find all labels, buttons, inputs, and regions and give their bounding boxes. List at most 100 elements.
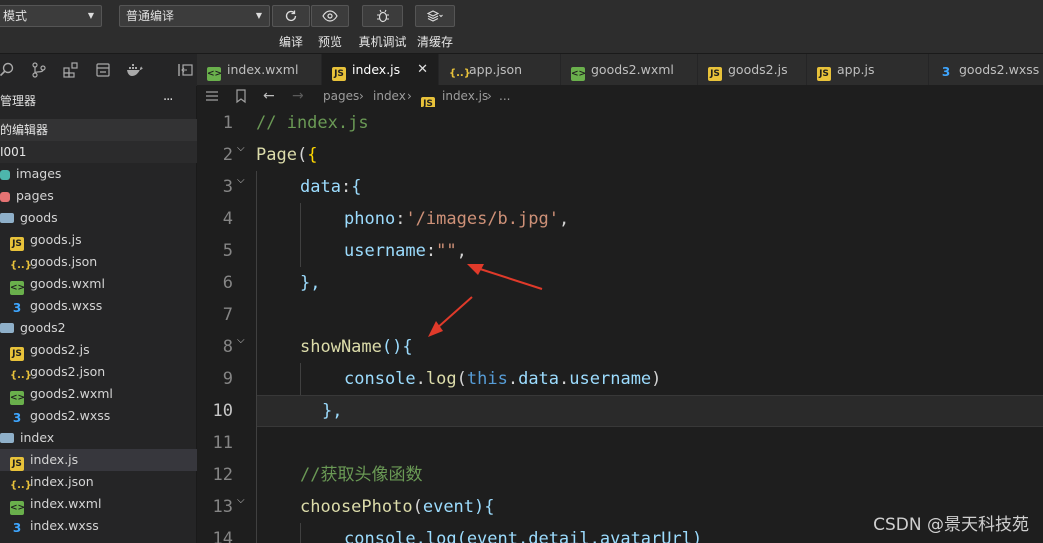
top-toolbar: 模式 ▼ 普通编译 ▼ 编译 预览 真机调试 清缓存 — [0, 0, 1043, 54]
tab-app-json[interactable]: {..}app.json — [439, 54, 561, 85]
tree-item-label: goods2 — [20, 320, 66, 335]
tree-item-index-json[interactable]: {..}index.json — [0, 471, 197, 493]
tree-item-label: goods.js — [30, 232, 82, 247]
wxml-file-icon: <> — [10, 391, 26, 405]
preview-button[interactable] — [311, 5, 349, 27]
caret-down-icon: ▼ — [87, 11, 94, 20]
js-file-icon: JS — [817, 67, 831, 81]
json-file-icon: {..} — [10, 480, 32, 491]
storage-icon[interactable] — [92, 59, 114, 81]
tree-item-goods2[interactable]: goods2 — [0, 317, 197, 339]
tree-item-goods-js[interactable]: JS goods.js — [0, 229, 197, 251]
extensions-icon[interactable] — [60, 59, 82, 81]
json-file-icon: {..} — [10, 260, 32, 271]
wxss-file-icon: 3 — [12, 521, 22, 535]
pages-folder-icon — [0, 192, 10, 202]
chevron-right-icon: › — [487, 89, 492, 103]
json-file-icon: {..} — [449, 68, 471, 79]
tab-label: app.js — [837, 62, 875, 77]
clear-cache-button[interactable] — [415, 5, 455, 27]
explorer-title: 管理器 — [0, 94, 37, 108]
tab-app-js[interactable]: JS app.js — [807, 54, 929, 85]
tree-item-label: goods.wxml — [30, 276, 105, 291]
open-editors-section[interactable]: 的编辑器 — [0, 119, 197, 141]
activity-bar — [0, 54, 197, 86]
tree-item-goods2-wxss[interactable]: 3 goods2.wxss — [0, 405, 197, 427]
json-file-icon: {..} — [10, 370, 32, 381]
search-icon[interactable] — [0, 59, 18, 81]
clear-cache-label: 清缓存 — [416, 35, 453, 49]
tree-item-index-wxss[interactable]: 3 index.wxss — [0, 515, 197, 537]
more-icon[interactable]: ··· — [163, 90, 173, 112]
project-section[interactable]: I001 — [0, 141, 197, 163]
remote-debug-button[interactable] — [362, 5, 403, 27]
tab-index-wxml[interactable]: <> index.wxml — [197, 54, 322, 85]
breadcrumb-more[interactable]: ... — [499, 85, 510, 107]
close-icon[interactable]: ✕ — [417, 54, 428, 85]
tree-item-pages[interactable]: pages — [0, 185, 197, 207]
tree-item-goods2-js[interactable]: JS goods2.js — [0, 339, 197, 361]
source-control-icon[interactable] — [28, 59, 50, 81]
annotation-arrow — [467, 264, 543, 290]
folder-icon — [0, 323, 14, 333]
compile-mode-value: 普通编译 — [126, 9, 175, 23]
annotation-arrows — [428, 264, 543, 337]
images-folder-icon — [0, 170, 10, 180]
js-file-icon: JS — [10, 237, 24, 251]
tree-item-goods-json[interactable]: {..}goods.json — [0, 251, 197, 273]
tab-label: goods2.js — [728, 62, 788, 77]
code-editor[interactable]: 1 2 3 4 5 6 7 8 9 10 11 12 13 14 ⌵ ⌵ ⌵ ⌵… — [197, 107, 1043, 543]
breadcrumb-file[interactable]: index.js — [442, 85, 488, 107]
wxss-file-icon: 3 — [941, 65, 951, 79]
tree-item-goods-wxss[interactable]: 3 goods.wxss — [0, 295, 197, 317]
folder-icon — [0, 213, 14, 223]
project-label: I001 — [0, 145, 27, 159]
js-file-icon: JS — [708, 67, 722, 81]
forward-arrow-icon[interactable]: → — [292, 85, 304, 107]
js-file-icon: JS — [10, 347, 24, 361]
tree-item-index[interactable]: index — [0, 427, 197, 449]
tab-goods2-wxml[interactable]: <> goods2.wxml — [561, 54, 698, 85]
tree-item-label: goods2.js — [30, 342, 90, 357]
file-explorer: 管理器 ··· 的编辑器 I001 images pages goods JS good… — [0, 86, 197, 543]
preview-label: 预览 — [317, 35, 342, 49]
remote-debug-label: 真机调试 — [358, 35, 407, 49]
open-editors-label: 的编辑器 — [0, 123, 49, 137]
explorer-header: 管理器 ··· — [0, 90, 197, 112]
breadcrumb-index[interactable]: index — [373, 85, 406, 107]
annotation-arrow — [428, 296, 473, 337]
tree-item-goods2-json[interactable]: {..}goods2.json — [0, 361, 197, 383]
chevron-right-icon: › — [359, 89, 364, 103]
wxml-file-icon: <> — [10, 501, 26, 515]
tab-label: goods2.wxml — [591, 62, 674, 77]
tree-item-label: index.wxml — [30, 496, 102, 511]
tab-label: app.json — [469, 62, 523, 77]
tab-goods2-js[interactable]: JS goods2.js — [698, 54, 807, 85]
tree-item-images[interactable]: images — [0, 163, 197, 185]
eye-icon — [322, 10, 338, 22]
back-arrow-icon[interactable]: ← — [263, 85, 275, 107]
mode-dropdown-value: 模式 — [3, 9, 28, 23]
tree-item-label: index.js — [30, 452, 79, 467]
tree-item-goods2-wxml[interactable]: <> goods2.wxml — [0, 383, 197, 405]
wxss-file-icon: 3 — [12, 411, 22, 425]
compile-mode-dropdown[interactable]: 普通编译 ▼ — [119, 5, 270, 27]
tab-label: index.wxml — [227, 62, 299, 77]
tree-item-index-wxml[interactable]: <> index.wxml — [0, 493, 197, 515]
tree-item-index-js[interactable]: JS index.js — [0, 449, 197, 471]
tree-item-label: index.wxss — [30, 518, 99, 533]
tree-item-label: goods2.wxss — [30, 408, 111, 423]
tree-item-goods[interactable]: goods — [0, 207, 197, 229]
tab-goods2-wxss[interactable]: 3 goods2.wxss — [929, 54, 1043, 85]
tree-item-label: goods.json — [30, 254, 98, 269]
docker-icon[interactable] — [124, 59, 146, 81]
split-panel-icon[interactable] — [174, 59, 196, 81]
compile-button[interactable] — [272, 5, 310, 27]
mode-dropdown[interactable]: 模式 ▼ — [0, 5, 102, 27]
js-file-icon: JS — [332, 67, 346, 81]
watermark: CSDN @景天科技苑 — [873, 515, 1029, 535]
tab-index-js[interactable]: JS index.js ✕ — [322, 54, 439, 85]
breadcrumb-pages[interactable]: pages — [323, 85, 359, 107]
tree-item-goods-wxml[interactable]: <> goods.wxml — [0, 273, 197, 295]
tab-label: index.js — [352, 62, 401, 77]
